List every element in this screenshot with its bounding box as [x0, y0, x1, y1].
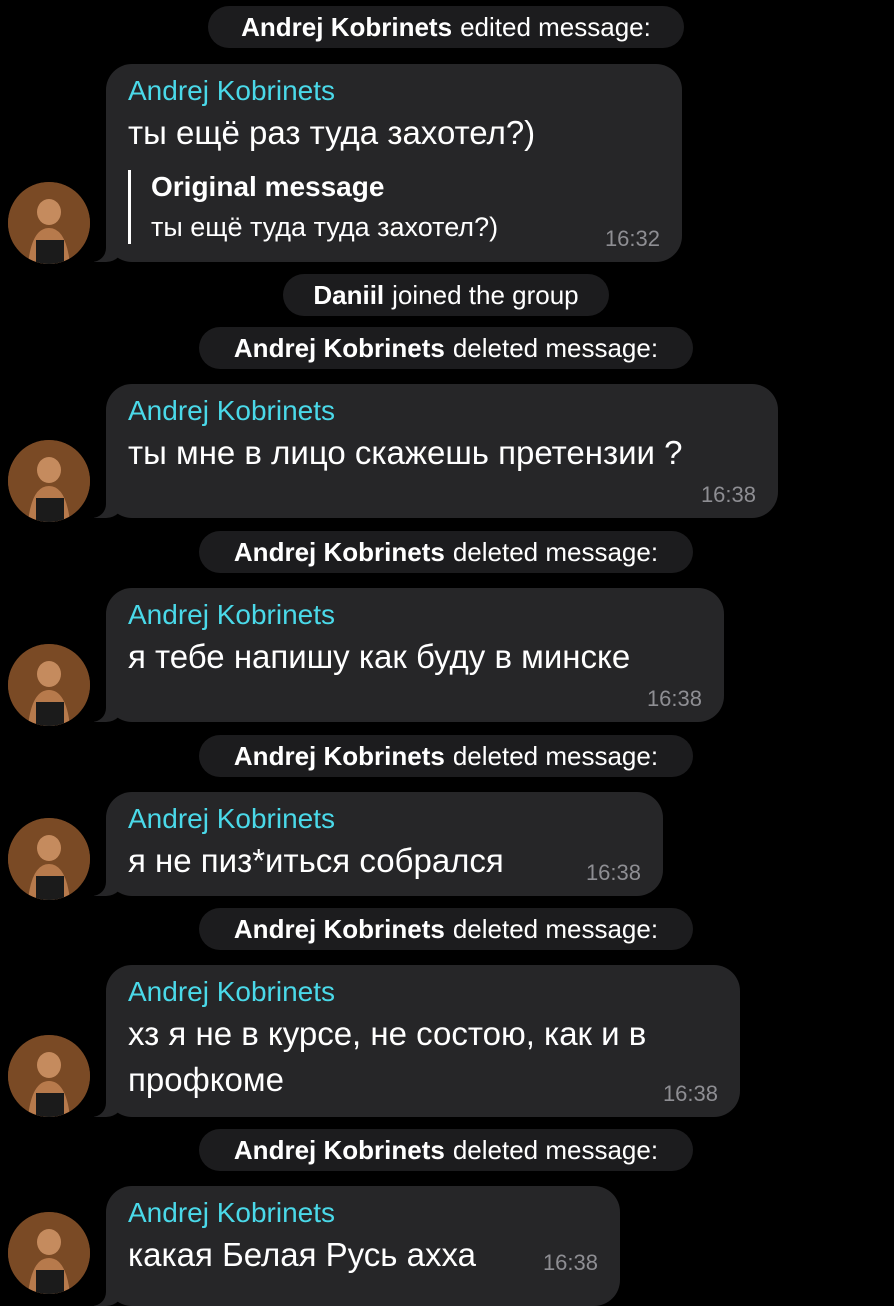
avatar-photo-icon	[8, 440, 90, 522]
service-actor-name[interactable]: Andrej Kobrinets	[234, 1135, 445, 1166]
message-text: я тебе напишу как буду в минске	[128, 638, 631, 675]
service-message-edited: Andrej Kobrinets edited message:	[208, 6, 684, 48]
message-text: какая Белая Русь ахха	[128, 1236, 476, 1273]
service-message-joined: Daniil joined the group	[283, 274, 609, 316]
message-bubble[interactable]: Andrej Kobrinets какая Белая Русь ахха 1…	[80, 1186, 620, 1306]
service-actor-name[interactable]: Andrej Kobrinets	[234, 741, 445, 772]
user-avatar[interactable]	[8, 182, 90, 264]
message-text: ты мне в лицо скажешь претензии ?	[128, 434, 683, 471]
avatar-photo-icon	[8, 644, 90, 726]
message-time: 16:38	[542, 1250, 598, 1275]
message-bubble[interactable]: Andrej Kobrinets ты мне в лицо скажешь п…	[80, 384, 778, 518]
service-action: deleted message:	[452, 536, 659, 567]
avatar-photo-icon	[8, 1035, 90, 1117]
sender-name[interactable]: Andrej Kobrinets	[128, 975, 718, 1009]
user-avatar[interactable]	[8, 440, 90, 522]
message-bubble[interactable]: Andrej Kobrinets я тебе напишу как буду …	[80, 588, 724, 722]
sender-name[interactable]: Andrej Kobrinets	[128, 74, 660, 108]
message-time: 16:32	[604, 226, 660, 251]
service-action: edited message:	[460, 11, 651, 42]
message-time: 16:38	[662, 1081, 718, 1106]
service-message-deleted: Andrej Kobrinets deleted message:	[199, 1129, 693, 1171]
message-text: ты ещё раз туда захотел?)	[128, 114, 536, 151]
message-bubble[interactable]: Andrej Kobrinets хз я не в курсе, не сос…	[80, 965, 740, 1117]
service-action: deleted message:	[452, 913, 659, 944]
service-message-deleted: Andrej Kobrinets deleted message:	[199, 531, 693, 573]
user-avatar[interactable]	[8, 1035, 90, 1117]
avatar-photo-icon	[8, 182, 90, 264]
user-avatar[interactable]	[8, 818, 90, 900]
user-avatar[interactable]	[8, 1212, 90, 1294]
service-action: deleted message:	[452, 332, 659, 363]
avatar-photo-icon	[8, 1212, 90, 1294]
original-message-quote: Original message ты ещё туда туда захоте…	[128, 170, 660, 244]
service-actor-name[interactable]: Andrej Kobrinets	[234, 333, 445, 364]
service-action: joined the group	[392, 279, 579, 310]
quote-title: Original message	[151, 171, 385, 202]
service-action: deleted message:	[452, 740, 659, 771]
sender-name[interactable]: Andrej Kobrinets	[128, 598, 702, 632]
message-time: 16:38	[700, 482, 756, 507]
message-text-line: хз я не в курсе, не состою, как и в	[128, 1015, 647, 1052]
message-time: 16:38	[646, 686, 702, 711]
message-bubble[interactable]: Andrej Kobrinets ты ещё раз туда захотел…	[80, 64, 682, 262]
quote-text: ты ещё туда туда захотел?)	[151, 212, 499, 242]
service-actor-name[interactable]: Andrej Kobrinets	[234, 914, 445, 945]
service-message-deleted: Andrej Kobrinets deleted message:	[199, 735, 693, 777]
sender-name[interactable]: Andrej Kobrinets	[128, 394, 756, 428]
service-actor-name[interactable]: Andrej Kobrinets	[234, 537, 445, 568]
service-actor-name[interactable]: Daniil	[313, 280, 384, 311]
sender-name[interactable]: Andrej Kobrinets	[128, 802, 641, 836]
avatar-photo-icon	[8, 818, 90, 900]
service-message-deleted: Andrej Kobrinets deleted message:	[199, 327, 693, 369]
service-action: deleted message:	[452, 1134, 659, 1165]
message-text: я не пиз*иться собрался	[128, 842, 504, 879]
message-time: 16:38	[585, 860, 641, 885]
service-actor-name[interactable]: Andrej Kobrinets	[241, 12, 452, 43]
service-message-deleted: Andrej Kobrinets deleted message:	[199, 908, 693, 950]
user-avatar[interactable]	[8, 644, 90, 726]
sender-name[interactable]: Andrej Kobrinets	[128, 1196, 598, 1230]
message-text-line: профкоме	[128, 1061, 284, 1098]
message-bubble[interactable]: Andrej Kobrinets я не пиз*иться собрался…	[80, 792, 663, 896]
